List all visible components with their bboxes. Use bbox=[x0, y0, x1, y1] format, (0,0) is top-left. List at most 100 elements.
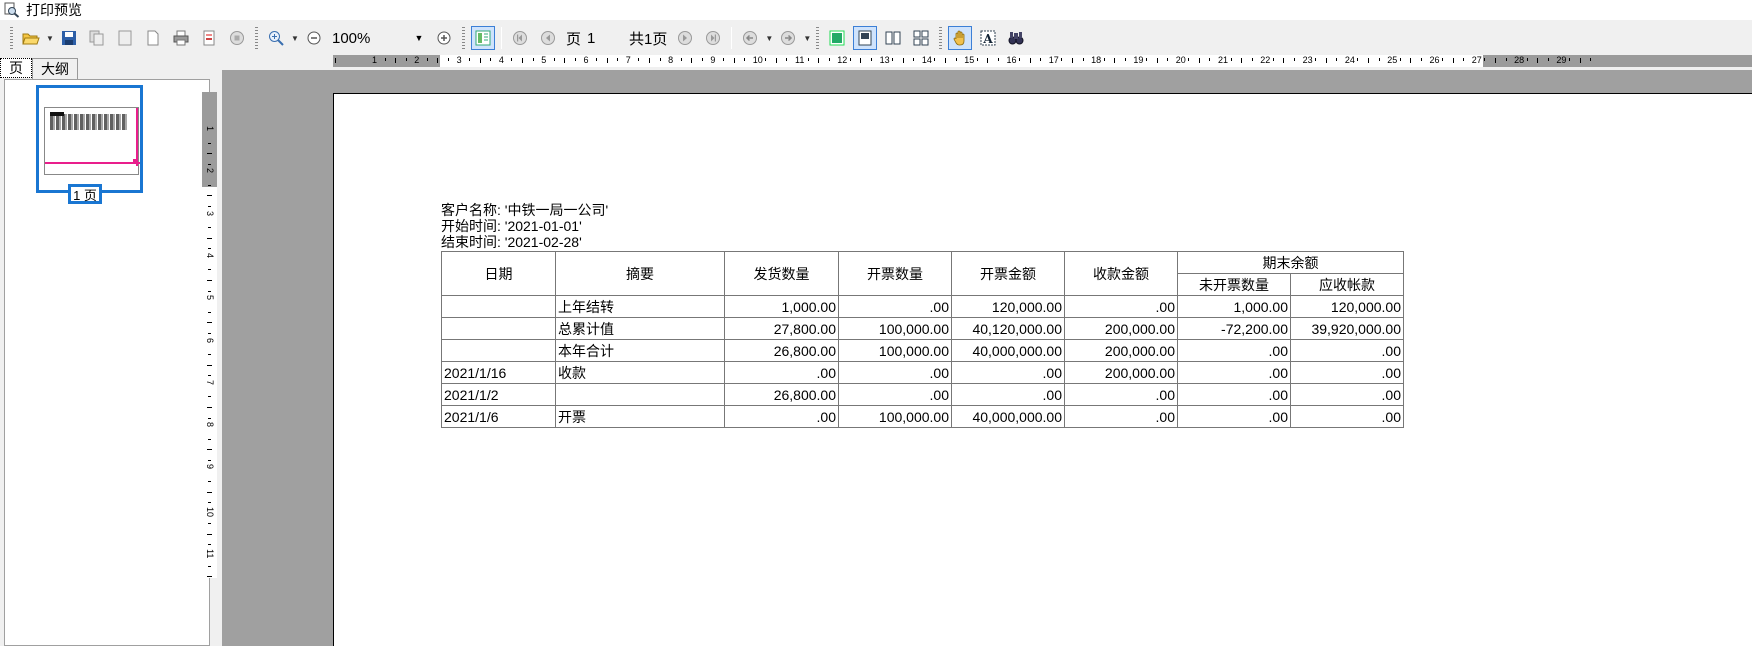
open-dropdown-icon[interactable]: ▼ bbox=[45, 26, 55, 50]
ruler-tick bbox=[207, 322, 212, 324]
toolbar-grip[interactable] bbox=[255, 27, 258, 49]
ruler-number: 5 bbox=[541, 55, 547, 65]
ruler-tick bbox=[733, 58, 735, 63]
open-icon[interactable] bbox=[19, 26, 43, 50]
zoom-combo[interactable]: 100% bbox=[328, 26, 412, 50]
ruler-tick bbox=[437, 58, 439, 63]
stop-icon[interactable] bbox=[225, 26, 249, 50]
ruler-tick bbox=[1156, 58, 1158, 63]
ruler-tick bbox=[1071, 58, 1073, 63]
toolbar-grip[interactable] bbox=[816, 27, 820, 49]
multi-page-icon[interactable] bbox=[909, 26, 933, 50]
ruler-number: 5 bbox=[205, 295, 215, 301]
new-page-icon[interactable] bbox=[141, 26, 165, 50]
ruler-tick bbox=[490, 58, 492, 61]
ruler-tick bbox=[511, 58, 513, 61]
thumbnail-page-image bbox=[44, 107, 140, 175]
two-pages-icon[interactable] bbox=[881, 26, 905, 50]
page-border-icon[interactable] bbox=[113, 26, 137, 50]
toolbar-separator bbox=[501, 27, 502, 49]
cell-summary: 收款 bbox=[555, 361, 725, 384]
find-icon[interactable] bbox=[1004, 26, 1028, 50]
table-row: 上年结转 1,000.00.00 120,000.00.00 1,000.00 120,… bbox=[441, 295, 1404, 318]
back-icon[interactable] bbox=[738, 26, 762, 50]
text-select-icon[interactable]: A bbox=[976, 26, 1000, 50]
ruler-tick bbox=[1494, 58, 1496, 63]
ruler-tick bbox=[208, 459, 211, 461]
ruler-tick bbox=[479, 58, 481, 63]
ruler-tick bbox=[638, 58, 640, 61]
ruler-number: 25 bbox=[1387, 55, 1398, 65]
ruler-tick bbox=[574, 58, 576, 61]
ruler-tick bbox=[1336, 58, 1338, 61]
total-pages-label: 共1页 bbox=[629, 30, 668, 48]
ruler-tick bbox=[207, 406, 212, 408]
ruler-tick bbox=[945, 58, 947, 63]
ruler-number: 2 bbox=[414, 55, 420, 65]
ruler-number: 1 bbox=[205, 126, 215, 132]
ruler-tick bbox=[902, 58, 904, 63]
cell-summary: 本年合计 bbox=[555, 339, 725, 362]
print-icon[interactable] bbox=[169, 26, 193, 50]
ruler-number: 22 bbox=[1260, 55, 1271, 65]
page-thumbnail[interactable] bbox=[36, 85, 143, 193]
ruler-tick bbox=[648, 58, 650, 63]
forward-dropdown-icon[interactable]: ▼ bbox=[802, 26, 812, 50]
toolbar-grip[interactable] bbox=[462, 27, 465, 49]
first-page-icon[interactable] bbox=[508, 26, 532, 50]
single-page-icon[interactable] bbox=[825, 26, 849, 50]
cell-invoice-amount: 40,000,000.00 bbox=[951, 405, 1065, 428]
fit-page-icon[interactable] bbox=[853, 26, 878, 50]
report-page: 客户名称: '中铁一局一公司' 开始时间: '2021-01-01' 结束时间:… bbox=[333, 93, 1752, 646]
ruler-tick bbox=[1590, 58, 1592, 61]
thumbnail-panel[interactable] bbox=[4, 79, 210, 646]
save-icon[interactable] bbox=[57, 26, 81, 50]
ruler-tick bbox=[207, 364, 212, 366]
preview-area[interactable]: 客户名称: '中铁一局一公司' 开始时间: '2021-01-01' 结束时间:… bbox=[222, 70, 1752, 646]
prev-page-icon[interactable] bbox=[536, 26, 560, 50]
next-page-icon[interactable] bbox=[673, 26, 697, 50]
ruler-tick bbox=[606, 58, 608, 63]
thumbnail-pane-icon[interactable] bbox=[471, 26, 495, 50]
last-page-icon[interactable] bbox=[701, 26, 725, 50]
ruler-tick bbox=[1294, 58, 1296, 61]
ruler-tick bbox=[1537, 58, 1539, 63]
copy-icon[interactable] bbox=[85, 26, 109, 50]
toolbar-grip[interactable] bbox=[10, 27, 13, 49]
ruler-tick bbox=[659, 58, 661, 61]
start-date: 开始时间: '2021-01-01' bbox=[441, 218, 582, 234]
page-number-input[interactable]: 1 bbox=[585, 26, 626, 50]
ruler-number: 12 bbox=[837, 55, 848, 65]
page-setup-icon[interactable] bbox=[197, 26, 221, 50]
ruler-tick bbox=[860, 58, 862, 63]
hand-tool-icon[interactable] bbox=[948, 26, 973, 50]
svg-text:A: A bbox=[983, 32, 994, 46]
end-date: 结束时间: '2021-02-28' bbox=[441, 234, 582, 250]
forward-icon[interactable] bbox=[776, 26, 800, 50]
cell-received-amount: 200,000.00 bbox=[1064, 339, 1178, 362]
zoom-in-icon[interactable] bbox=[264, 26, 288, 50]
zoom-combo-arrow-icon[interactable]: ▼ bbox=[412, 26, 426, 50]
toolbar-separator bbox=[731, 27, 733, 49]
cell-receivable: 39,920,000.00 bbox=[1290, 317, 1404, 340]
ruler-number: 6 bbox=[205, 337, 215, 343]
ruler-tick bbox=[1082, 58, 1084, 61]
back-dropdown-icon[interactable]: ▼ bbox=[764, 26, 774, 50]
tab-pages[interactable]: 页 bbox=[0, 58, 32, 78]
zoom-dropdown-icon[interactable]: ▼ bbox=[290, 26, 300, 50]
zoom-out-icon[interactable] bbox=[302, 26, 326, 50]
cell-receivable: .00 bbox=[1290, 405, 1404, 428]
ruler-tick bbox=[934, 58, 936, 61]
ruler-tick bbox=[207, 280, 212, 282]
toolbar-grip[interactable] bbox=[939, 27, 943, 49]
ruler-number: 20 bbox=[1175, 55, 1186, 65]
ruler-number: 21 bbox=[1218, 55, 1229, 65]
zoom-plus-icon[interactable] bbox=[432, 26, 456, 50]
table-row: 总累计值 27,800.00 100,000.00 40,120,000.00 200,… bbox=[441, 317, 1404, 340]
cell-ship-qty: 27,800.00 bbox=[724, 317, 839, 340]
tab-outline[interactable]: 大纲 bbox=[32, 58, 78, 79]
cell-date: 2021/1/6 bbox=[441, 405, 556, 428]
ruler-tick bbox=[1420, 58, 1422, 61]
window-title: 打印预览 bbox=[26, 2, 82, 18]
thumbnail-label[interactable]: 1 页 bbox=[68, 184, 102, 204]
